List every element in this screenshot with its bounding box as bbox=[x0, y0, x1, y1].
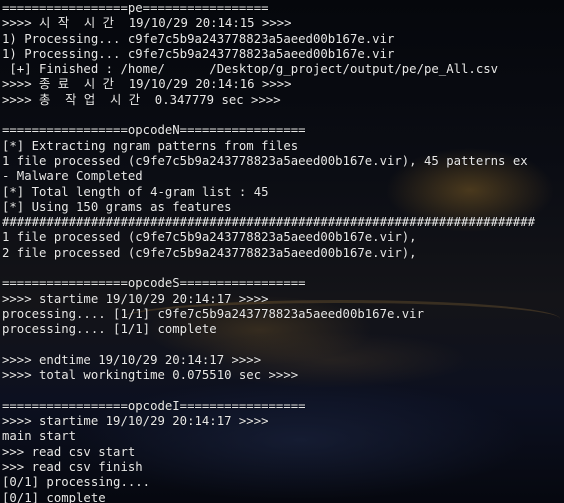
terminal-line: [+] Finished : /home/ /Desktop/g_project… bbox=[2, 62, 499, 77]
terminal-line: >>>> startime 19/10/29 20:14:17 >>>> bbox=[2, 291, 269, 306]
terminal-line: [0/1] complete bbox=[2, 490, 106, 503]
terminal-line: >>>> 시 작 시 간 19/10/29 20:14:15 >>>> bbox=[2, 16, 292, 31]
terminal-line: [0/1] processing.... bbox=[2, 475, 151, 490]
terminal-line: processing.... [1/1] c9fe7c5b9a243778823… bbox=[2, 306, 424, 321]
terminal-line: 1 file processed (c9fe7c5b9a243778823a5a… bbox=[2, 153, 528, 168]
terminal-line: 1) Processing... c9fe7c5b9a243778823a5ae… bbox=[2, 31, 395, 46]
terminal-line: processing.... [1/1] complete bbox=[2, 322, 217, 337]
terminal-line: =================pe================= bbox=[2, 1, 269, 15]
terminal-line: 1 file processed (c9fe7c5b9a243778823a5a… bbox=[2, 230, 417, 245]
terminal-line: >>>> 총 작 업 시 간 0.347779 sec >>>> bbox=[2, 92, 281, 107]
terminal-line: >>>> 종 료 시 간 19/10/29 20:14:16 >>>> bbox=[2, 77, 292, 92]
terminal-line: >>> read csv finish bbox=[2, 459, 143, 474]
terminal-line: 2 file processed (c9fe7c5b9a243778823a5a… bbox=[2, 245, 417, 260]
terminal-line: =================opcodeI================… bbox=[2, 398, 306, 413]
terminal-line: 1) Processing... c9fe7c5b9a243778823a5ae… bbox=[2, 46, 395, 61]
terminal-line: >>>> total workingtime 0.075510 sec >>>> bbox=[2, 368, 299, 383]
terminal-line: [*] Extracting ngram patterns from files bbox=[2, 138, 299, 153]
terminal-line: [*] Total length of 4-gram list : 45 bbox=[2, 184, 269, 199]
terminal-line: >>>> endtime 19/10/29 20:14:17 >>>> bbox=[2, 352, 262, 367]
terminal-line: >>>> startime 19/10/29 20:14:17 >>>> bbox=[2, 414, 269, 429]
terminal-window[interactable]: =================pe================= >>>… bbox=[0, 0, 564, 503]
terminal-line: - Malware Completed bbox=[2, 169, 143, 184]
terminal-line: [*] Using 150 grams as features bbox=[2, 199, 232, 214]
terminal-line: >>> read csv start bbox=[2, 444, 136, 459]
terminal-line: ########################################… bbox=[2, 215, 536, 230]
terminal-line: main start bbox=[2, 429, 77, 444]
terminal-line: =================opcodeS================… bbox=[2, 276, 306, 291]
terminal-line: =================opcodeN================… bbox=[2, 123, 306, 138]
terminal-output: =================pe================= >>>… bbox=[2, 1, 535, 503]
